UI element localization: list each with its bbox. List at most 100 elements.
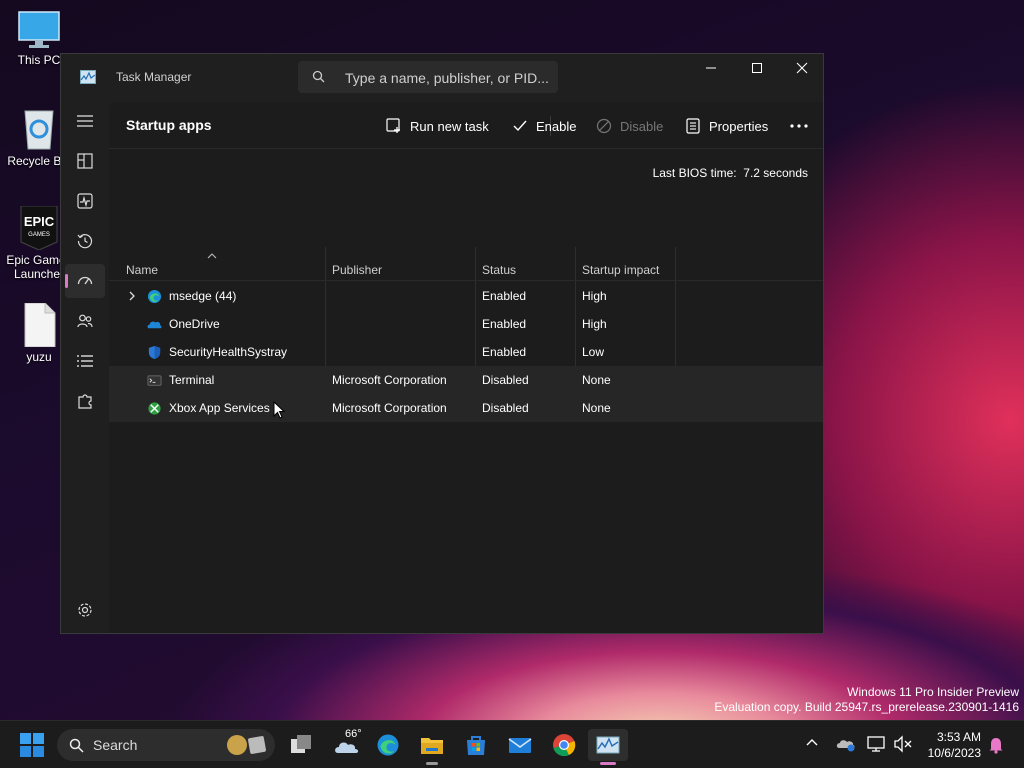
file-icon: [24, 302, 56, 348]
search-icon: [312, 70, 325, 83]
nav-processes[interactable]: [65, 144, 105, 178]
column-header-publisher[interactable]: Publisher: [332, 263, 382, 277]
taskbar-task-manager[interactable]: [588, 729, 628, 765]
taskbar-mail[interactable]: [500, 729, 540, 761]
svg-text:EPIC: EPIC: [24, 214, 55, 229]
nav-users[interactable]: [65, 304, 105, 338]
more-options-button[interactable]: [790, 110, 816, 142]
notification-bell-icon[interactable]: [988, 736, 1004, 754]
active-indicator: [600, 762, 616, 765]
nav-settings[interactable]: [65, 593, 105, 627]
weather-temperature: 66°: [345, 728, 362, 740]
shield-icon: [148, 345, 161, 360]
task-manager-icon: [596, 736, 620, 754]
title-bar[interactable]: Task Manager Type a name, publisher, or …: [61, 54, 823, 102]
taskbar-file-explorer[interactable]: [412, 729, 452, 765]
recycle-bin-icon: [24, 110, 54, 150]
watermark-line-2: Evaluation copy. Build 25947.rs_prerelea…: [714, 700, 1019, 714]
row-status: Disabled: [482, 401, 529, 415]
close-button[interactable]: [779, 54, 823, 86]
table-row[interactable]: Terminal Microsoft Corporation Disabled …: [109, 366, 823, 394]
taskbar-chrome[interactable]: [544, 729, 584, 761]
disable-button[interactable]: Disable: [596, 110, 663, 142]
performance-icon: [77, 193, 93, 209]
run-new-task-button[interactable]: Run new task: [386, 110, 489, 142]
taskbar-clock[interactable]: 3:53 AM 10/6/2023: [928, 729, 981, 761]
puzzle-icon: [78, 394, 92, 409]
history-icon: [77, 234, 93, 249]
nav-services[interactable]: [65, 384, 105, 418]
taskbar-microsoft-store[interactable]: [456, 729, 496, 761]
row-status: Disabled: [482, 373, 529, 387]
row-impact: Low: [582, 345, 605, 359]
row-impact: None: [582, 373, 611, 387]
row-name: OneDrive: [169, 317, 220, 331]
bios-value: 7.2 seconds: [743, 166, 808, 180]
task-view-button[interactable]: [281, 729, 321, 761]
onedrive-tray-icon[interactable]: [836, 735, 856, 753]
disable-icon: [596, 118, 612, 134]
watermark-line-1: Windows 11 Pro Insider Preview: [847, 685, 1019, 699]
run-new-task-label: Run new task: [410, 118, 489, 134]
row-status: Enabled: [482, 345, 527, 359]
bios-label: Last BIOS time:: [652, 166, 737, 180]
hamburger-menu-button[interactable]: [65, 104, 105, 138]
maximize-icon: [752, 63, 762, 73]
header-bottom-divider: [109, 280, 823, 281]
clock-date: 10/6/2023: [927, 746, 981, 760]
network-icon[interactable]: [867, 735, 887, 753]
properties-label: Properties: [709, 118, 769, 134]
start-button[interactable]: [12, 729, 52, 761]
disable-label: Disable: [620, 118, 664, 134]
search-input[interactable]: Type a name, publisher, or PID...: [298, 61, 558, 93]
column-header-status[interactable]: Status: [482, 263, 516, 277]
nav-performance[interactable]: [65, 184, 105, 218]
users-icon: [77, 314, 93, 328]
nav-startup-apps[interactable]: [65, 264, 105, 298]
mail-icon: [508, 738, 532, 753]
table-row[interactable]: OneDrive Enabled High: [109, 310, 823, 338]
properties-button[interactable]: Properties: [685, 110, 768, 142]
svg-text:GAMES: GAMES: [28, 232, 50, 238]
volume-muted-icon[interactable]: [893, 735, 913, 753]
row-status: Enabled: [482, 317, 527, 331]
taskbar-edge[interactable]: [368, 729, 408, 761]
taskbar-search-label: Search: [93, 737, 138, 753]
last-bios-time: Last BIOS time: 7.2 seconds: [653, 166, 808, 180]
page-title: Startup apps: [126, 117, 212, 133]
running-indicator: [426, 762, 438, 765]
row-publisher: Microsoft Corporation: [332, 401, 447, 415]
row-status: Enabled: [482, 289, 527, 303]
properties-icon: [686, 118, 700, 134]
show-hidden-icons-chevron-icon[interactable]: [806, 738, 818, 746]
row-name: Terminal: [169, 373, 215, 387]
task-view-icon: [291, 735, 311, 753]
nav-details[interactable]: [65, 344, 105, 378]
window-title: Task Manager: [116, 70, 192, 84]
startup-apps-page: Startup apps Run new task Enable Disable…: [109, 102, 823, 633]
row-publisher: Microsoft Corporation: [332, 373, 447, 387]
expand-chevron-icon[interactable]: [128, 291, 136, 301]
edge-icon: [377, 734, 399, 756]
onedrive-icon: [147, 321, 162, 329]
row-name: Xbox App Services: [169, 401, 270, 415]
search-highlight-icon: [227, 735, 266, 755]
row-impact: High: [582, 317, 607, 331]
table-row[interactable]: SecurityHealthSystray Enabled Low: [109, 338, 823, 366]
weather-widget[interactable]: 66°: [326, 728, 366, 761]
table-row[interactable]: Xbox App Services Microsoft Corporation …: [109, 394, 823, 422]
minimize-icon: [706, 67, 716, 69]
nav-app-history[interactable]: [65, 224, 105, 258]
run-task-icon: [386, 118, 400, 133]
table-row[interactable]: msedge (44) Enabled High: [109, 282, 823, 310]
maximize-button[interactable]: [734, 54, 780, 86]
column-header-name[interactable]: Name: [126, 263, 158, 277]
taskbar-search[interactable]: Search: [57, 729, 275, 761]
row-impact: High: [582, 289, 607, 303]
minimize-button[interactable]: [688, 54, 734, 86]
column-header-startup-impact[interactable]: Startup impact: [582, 263, 659, 277]
search-placeholder: Type a name, publisher, or PID...: [345, 70, 549, 86]
hamburger-icon: [77, 115, 93, 127]
enable-button[interactable]: Enable: [512, 110, 576, 142]
taskbar: Search 66° 3:53 AM 10/6/2023: [0, 720, 1024, 768]
